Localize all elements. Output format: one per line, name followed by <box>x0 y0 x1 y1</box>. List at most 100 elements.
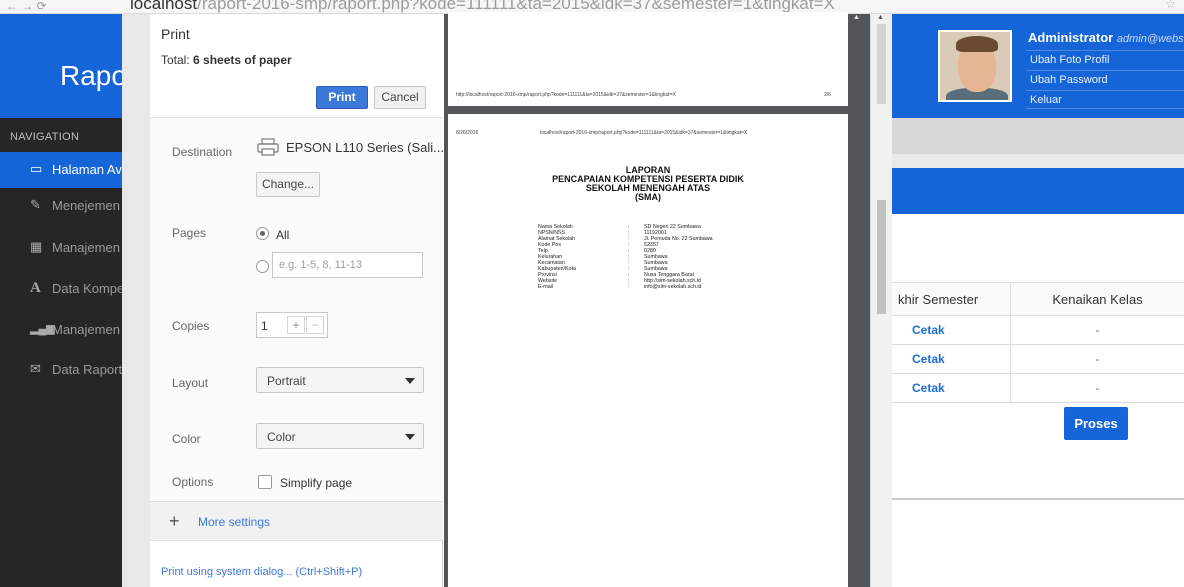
avatar[interactable] <box>938 30 1012 102</box>
sidebar-item-label: Manajemen <box>52 322 120 337</box>
pages-label: Pages <box>172 226 207 240</box>
chevron-down-icon <box>405 434 415 440</box>
dialog-overlay-strip <box>122 14 150 587</box>
print-preview[interactable]: http://localhost/raport-2016-smp/raport.… <box>444 12 870 587</box>
pages-custom-radio[interactable] <box>256 260 269 273</box>
ubah-password-link[interactable]: Ubah Password <box>1026 70 1184 89</box>
info-value: info@sim-sekolah.sch.id <box>644 284 702 290</box>
calendar-icon: ▦ <box>30 239 43 254</box>
layout-select-value: Portrait <box>267 374 306 388</box>
system-dialog-link[interactable]: Print using system dialog... (Ctrl+Shift… <box>161 566 362 578</box>
sheet-total-prefix: Total: <box>161 53 194 67</box>
print-dialog-title: Print <box>161 26 190 42</box>
report-title-line: (SMA) <box>635 192 661 202</box>
breadcrumb-bar <box>892 118 1184 154</box>
column-header-semester: khir Semester <box>892 282 1010 316</box>
admin-sidebar: Rapo NAVIGATION ▭ Halaman Av ✎ Menejemen… <box>0 14 127 587</box>
navigation-heading: NAVIGATION <box>10 131 80 143</box>
kenaikan-cell: - <box>1010 345 1184 374</box>
color-select[interactable]: Color <box>256 423 424 449</box>
copies-decrement-button[interactable]: − <box>306 316 324 334</box>
scrollbar-thumb[interactable] <box>877 200 886 314</box>
user-header: Administrator admin@webs Ubah Foto Profi… <box>892 14 1184 118</box>
sidebar-item-label: Data Raport <box>52 362 122 377</box>
admin-email: admin@webs <box>1116 33 1184 45</box>
page-header-date: 8/26/2016 <box>456 130 479 136</box>
sidebar-item-data-raport[interactable]: ✉ Data Raport <box>0 352 122 388</box>
options-label: Options <box>172 475 214 489</box>
info-key: E-mail <box>538 284 554 290</box>
sidebar-item-label: Halaman Av <box>52 162 122 177</box>
plus-icon: + <box>169 511 180 531</box>
sidebar-item-data-kompetensi[interactable]: A Data Kompe <box>0 271 122 307</box>
simplify-page-checkbox[interactable] <box>258 475 272 489</box>
cetak-link[interactable]: Cetak <box>892 345 1010 374</box>
kenaikan-cell: - <box>1010 316 1184 345</box>
pages-all-label: All <box>276 228 290 242</box>
pencil-icon: ✎ <box>30 197 41 212</box>
print-dialog: Print Total: 6 sheets of paper Print Can… <box>150 14 444 587</box>
sheet-total: Total: 6 sheets of paper <box>161 53 292 67</box>
sidebar-item-label: Data Kompe <box>52 281 122 296</box>
color-select-value: Color <box>267 430 296 444</box>
pages-range-input[interactable]: e.g. 1-5, 8, 11-13 <box>272 252 423 278</box>
sidebar-item-halaman-awal[interactable]: ▭ Halaman Av <box>0 152 122 188</box>
avatar-hair <box>956 36 998 52</box>
copies-stepper[interactable]: 1 + − <box>256 312 328 338</box>
simplify-page-label: Simplify page <box>280 476 353 490</box>
admin-name: Administrator admin@webs <box>1028 30 1184 45</box>
sidebar-item-manajemen-2[interactable]: ▂▄▆ Manajemen <box>0 312 122 348</box>
bookmark-star-icon[interactable]: ☆ <box>1165 0 1176 11</box>
preview-scroll-up-icon[interactable]: ▲ <box>853 14 860 21</box>
footer-divider <box>892 498 1184 500</box>
print-dialog-header: Print Total: 6 sheets of paper Print Can… <box>150 14 443 118</box>
printer-icon <box>257 138 279 156</box>
preview-page-previous: http://localhost/raport-2016-smp/raport.… <box>448 12 848 106</box>
cetak-link[interactable]: Cetak <box>892 374 1010 403</box>
kenaikan-cell: - <box>1010 374 1184 403</box>
scroll-up-icon[interactable]: ▲ <box>877 14 884 21</box>
change-destination-button[interactable]: Change... <box>256 172 320 197</box>
ubah-foto-profil-link[interactable]: Ubah Foto Profil <box>1026 50 1184 69</box>
sidebar-item-menejemen[interactable]: ✎ Menejemen <box>0 188 122 224</box>
cancel-button[interactable]: Cancel <box>374 86 426 109</box>
background-page: Administrator admin@webs Ubah Foto Profi… <box>892 14 1184 587</box>
back-forward-reload-icons[interactable]: ← → ⟳ <box>6 0 47 12</box>
decorative-band <box>892 154 1184 168</box>
pages-all-radio[interactable] <box>256 227 269 240</box>
preview-scrollbar[interactable]: ▲ <box>870 14 892 587</box>
layout-select[interactable]: Portrait <box>256 367 424 393</box>
more-settings-label: More settings <box>198 515 271 529</box>
letter-a-icon: A <box>30 280 41 296</box>
copies-value: 1 <box>261 319 268 333</box>
page-footer-url: http://localhost/raport-2016-smp/raport.… <box>456 92 676 98</box>
print-settings: Destination EPSON L110 Series (Sali... C… <box>150 118 444 501</box>
proses-button[interactable]: Proses <box>1064 407 1128 440</box>
copies-label: Copies <box>172 319 210 333</box>
url-host: localhost <box>130 0 198 13</box>
destination-printer-name: EPSON L110 Series (Sali... <box>286 140 444 155</box>
brand-logo-text: Rapo <box>60 60 127 91</box>
panel-heading <box>892 168 1184 214</box>
cetak-link[interactable]: Cetak <box>892 316 1010 345</box>
page-header-url: localhost/raport-2016-smp/raport.php?kod… <box>540 130 748 136</box>
brand-header: Rapo <box>0 14 127 118</box>
screen: ← → ⟳ localhost/raport-2016-smp/raport.p… <box>0 0 1184 587</box>
sidebar-item-manajemen-1[interactable]: ▦ Manajemen <box>0 230 122 266</box>
page-number: 2/6 <box>824 92 831 98</box>
more-settings-toggle[interactable]: + More settings <box>150 501 443 541</box>
sidebar-item-label: Menejemen <box>52 198 120 213</box>
sidebar-item-label: Manajemen <box>52 240 120 255</box>
monitor-icon: ▭ <box>30 161 43 176</box>
admin-name-text: Administrator <box>1028 30 1114 45</box>
scrollbar-track-upper <box>877 24 886 104</box>
copies-increment-button[interactable]: + <box>287 316 305 334</box>
destination-label: Destination <box>172 145 233 159</box>
sheet-total-value: 6 sheets of paper <box>193 53 292 67</box>
envelope-icon: ✉ <box>30 361 41 376</box>
keluar-link[interactable]: Keluar <box>1026 90 1184 109</box>
chevron-down-icon <box>405 378 415 384</box>
column-header-kenaikan: Kenaikan Kelas <box>1010 282 1184 316</box>
print-button[interactable]: Print <box>316 86 368 109</box>
preview-page-current: 8/26/2016 localhost/raport-2016-smp/rapo… <box>448 114 848 587</box>
